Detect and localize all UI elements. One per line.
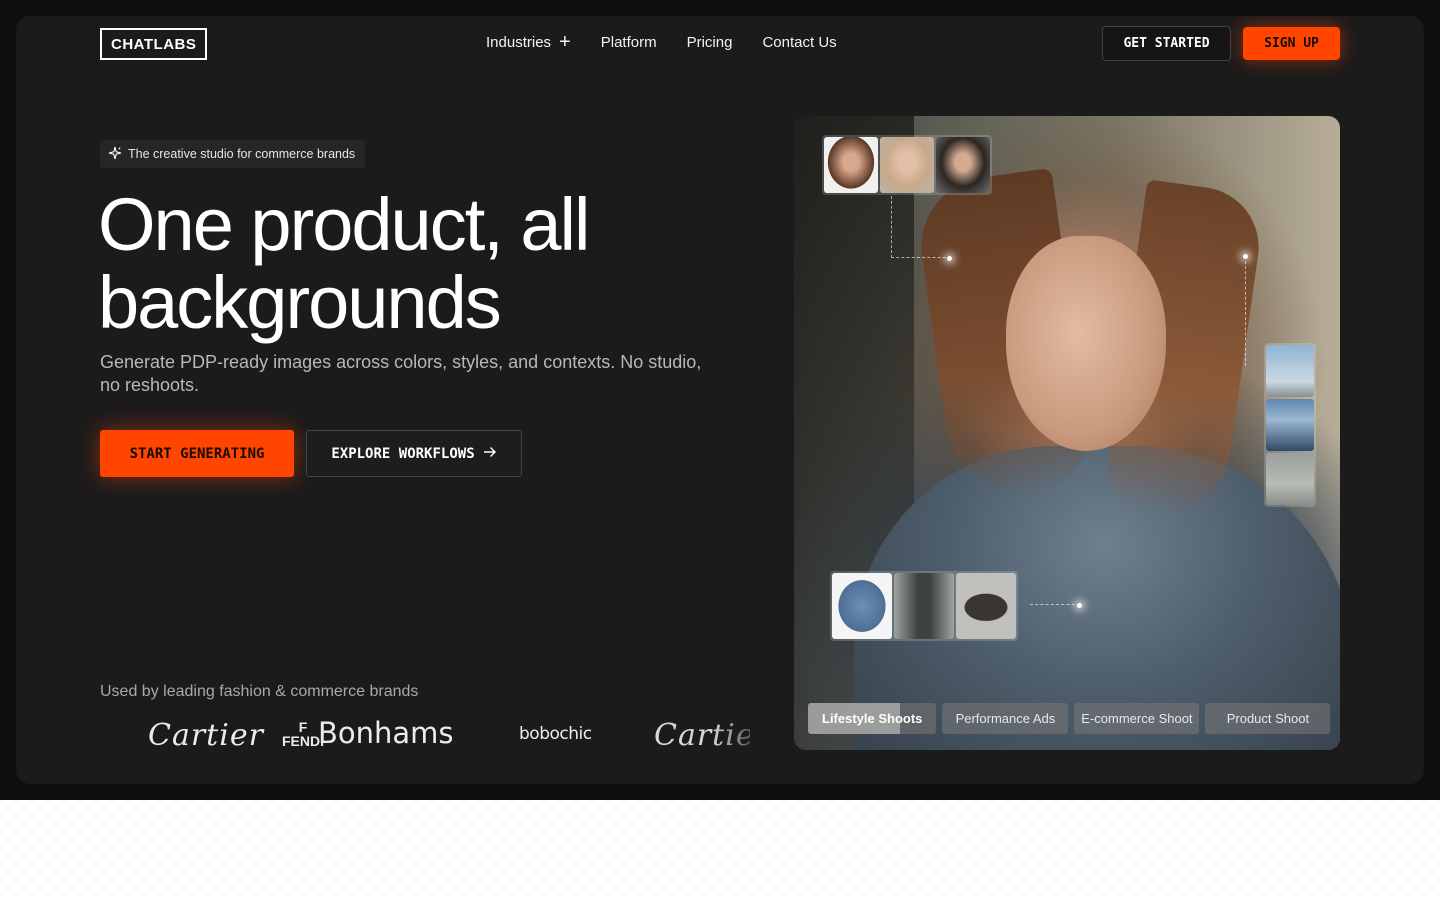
- headline-line-2: backgrounds: [98, 261, 502, 344]
- brand-logo-bonhams: Bonhams: [318, 716, 454, 750]
- tab-ecommerce-shoot[interactable]: E-commerce Shoot: [1074, 703, 1200, 734]
- guide-line-products: [1030, 604, 1080, 605]
- location-thumbnail[interactable]: [1266, 399, 1314, 451]
- location-thumbnails: [1264, 343, 1316, 507]
- main-nav: Industries + Platform Pricing Contact Us: [486, 31, 837, 53]
- anchor-point: [947, 256, 952, 261]
- tab-performance-ads[interactable]: Performance Ads: [942, 703, 1069, 734]
- location-thumbnail[interactable]: [1266, 345, 1314, 397]
- product-thumbnail[interactable]: [956, 573, 1016, 639]
- guide-line-models: [891, 196, 951, 258]
- tab-lifestyle-shoots[interactable]: Lifestyle Shoots: [808, 703, 937, 734]
- get-started-button[interactable]: GET STARTED: [1102, 26, 1231, 61]
- nav-industries[interactable]: Industries +: [486, 31, 571, 53]
- sign-up-button[interactable]: SIGN UP: [1243, 27, 1340, 60]
- arrow-right-icon: [483, 446, 497, 462]
- hero-subtitle: Generate PDP-ready images across colors,…: [100, 352, 702, 395]
- model-face: [1006, 236, 1166, 451]
- product-thumbnail[interactable]: [894, 573, 954, 639]
- hero-headline: One product, all backgrounds: [98, 186, 738, 342]
- dotted-background: [0, 800, 1440, 900]
- nav-industries-label: Industries: [486, 34, 552, 51]
- product-thumbnail[interactable]: [832, 573, 892, 639]
- model-thumbnail[interactable]: [880, 137, 934, 193]
- model-thumbnails: [822, 135, 992, 195]
- nav-contact[interactable]: Contact Us: [762, 34, 836, 51]
- location-thumbnail[interactable]: [1266, 453, 1314, 505]
- brand-logos: Cartier F FENDI Bonhams bobochic Cartier: [100, 716, 750, 760]
- explore-workflows-label: EXPLORE WORKFLOWS: [331, 445, 475, 462]
- nav-platform[interactable]: Platform: [601, 34, 657, 51]
- logo[interactable]: CHATLABS: [100, 28, 208, 60]
- model-thumbnail[interactable]: [936, 137, 990, 193]
- brand-logo-bobochic: bobochic: [519, 724, 592, 744]
- sparkle-icon: [108, 146, 122, 163]
- hero-panel: CHATLABS Industries + Platform Pricing C…: [16, 16, 1424, 784]
- hero-badge-text: The creative studio for commerce brands: [128, 147, 356, 161]
- product-thumbnails: [830, 571, 1018, 641]
- anchor-point: [1077, 603, 1082, 608]
- explore-workflows-button[interactable]: EXPLORE WORKFLOWS: [306, 430, 522, 477]
- tab-product-shoot[interactable]: Product Shoot: [1205, 703, 1331, 734]
- hero-image: Lifestyle Shoots Performance Ads E-comme…: [794, 116, 1340, 750]
- brands-caption: Used by leading fashion & commerce brand…: [100, 683, 419, 700]
- plus-icon: +: [559, 31, 571, 53]
- start-generating-button[interactable]: START GENERATING: [100, 430, 294, 477]
- hero-badge: The creative studio for commerce brands: [100, 140, 366, 168]
- nav-pricing[interactable]: Pricing: [687, 34, 733, 51]
- guide-line-locations: [1245, 256, 1246, 366]
- workflow-tabs: Lifestyle Shoots Performance Ads E-comme…: [808, 703, 1331, 734]
- headline-line-1: One product, all: [98, 183, 590, 266]
- model-thumbnail[interactable]: [824, 137, 878, 193]
- anchor-point: [1243, 254, 1248, 259]
- brand-logo-cartier: Cartier: [148, 718, 264, 753]
- brand-logo-cartier-repeat: Cartier: [654, 718, 750, 753]
